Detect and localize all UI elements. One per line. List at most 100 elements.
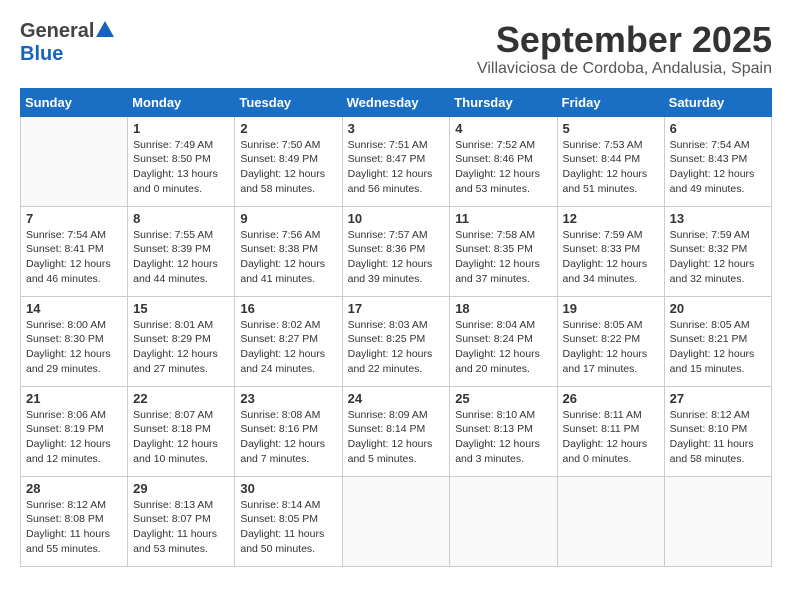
day-info: Sunrise: 8:08 AM Sunset: 8:16 PM Dayligh… bbox=[240, 408, 336, 467]
title-block: September 2025 Villaviciosa de Cordoba, … bbox=[477, 20, 772, 78]
day-info: Sunrise: 8:12 AM Sunset: 8:10 PM Dayligh… bbox=[670, 408, 766, 467]
calendar-cell: 13 Sunrise: 7:59 AM Sunset: 8:32 PM Dayli… bbox=[664, 206, 771, 296]
day-info: Sunrise: 8:14 AM Sunset: 8:05 PM Dayligh… bbox=[240, 498, 336, 557]
day-number: 24 bbox=[348, 391, 445, 406]
calendar-cell: 9 Sunrise: 7:56 AM Sunset: 8:38 PM Daylig… bbox=[235, 206, 342, 296]
calendar-week-2: 7Sunrise: 7:54 AM Sunset: 8:41 PM Daylig… bbox=[21, 206, 772, 296]
day-number: 16 bbox=[240, 301, 336, 316]
day-number: 14 bbox=[26, 301, 122, 316]
calendar-cell: 28Sunrise: 8:12 AM Sunset: 8:08 PM Dayli… bbox=[21, 476, 128, 566]
day-number: 11 bbox=[455, 211, 551, 226]
calendar-cell: 3Sunrise: 7:51 AM Sunset: 8:47 PM Daylig… bbox=[342, 116, 450, 206]
day-number: 21 bbox=[26, 391, 122, 406]
calendar-cell: 17 Sunrise: 8:03 AM Sunset: 8:25 PM Dayli… bbox=[342, 296, 450, 386]
calendar-cell: 8 Sunrise: 7:55 AM Sunset: 8:39 PM Daylig… bbox=[128, 206, 235, 296]
calendar-table: SundayMondayTuesdayWednesdayThursdayFrid… bbox=[20, 88, 772, 567]
calendar-week-1: 1Sunrise: 7:49 AM Sunset: 8:50 PM Daylig… bbox=[21, 116, 772, 206]
day-info: Sunrise: 8:11 AM Sunset: 8:11 PM Dayligh… bbox=[563, 408, 659, 467]
day-number: 19 bbox=[563, 301, 659, 316]
day-number: 3 bbox=[348, 121, 445, 136]
day-info: Sunrise: 7:49 AM Sunset: 8:50 PM Dayligh… bbox=[133, 138, 229, 197]
day-number: 23 bbox=[240, 391, 336, 406]
day-number: 28 bbox=[26, 481, 122, 496]
calendar-cell: 11 Sunrise: 7:58 AM Sunset: 8:35 PM Dayli… bbox=[450, 206, 557, 296]
calendar-cell: 6 Sunrise: 7:54 AM Sunset: 8:43 PM Daylig… bbox=[664, 116, 771, 206]
day-number: 26 bbox=[563, 391, 659, 406]
day-info: Sunrise: 8:07 AM Sunset: 8:18 PM Dayligh… bbox=[133, 408, 229, 467]
day-number: 4 bbox=[455, 121, 551, 136]
calendar-cell: 25 Sunrise: 8:10 AM Sunset: 8:13 PM Dayli… bbox=[450, 386, 557, 476]
day-info: Sunrise: 8:06 AM Sunset: 8:19 PM Dayligh… bbox=[26, 408, 122, 467]
calendar-cell: 26 Sunrise: 8:11 AM Sunset: 8:11 PM Dayli… bbox=[557, 386, 664, 476]
day-number: 12 bbox=[563, 211, 659, 226]
day-number: 7 bbox=[26, 211, 122, 226]
calendar-cell: 1Sunrise: 7:49 AM Sunset: 8:50 PM Daylig… bbox=[128, 116, 235, 206]
day-number: 30 bbox=[240, 481, 336, 496]
calendar-cell bbox=[557, 476, 664, 566]
day-info: Sunrise: 7:58 AM Sunset: 8:35 PM Dayligh… bbox=[455, 228, 551, 287]
day-number: 13 bbox=[670, 211, 766, 226]
calendar-week-4: 21 Sunrise: 8:06 AM Sunset: 8:19 PM Dayli… bbox=[21, 386, 772, 476]
page-header: General Blue September 2025 Villaviciosa… bbox=[20, 20, 772, 78]
logo-blue: Blue bbox=[20, 43, 63, 65]
day-info: Sunrise: 8:05 AM Sunset: 8:22 PM Dayligh… bbox=[563, 318, 659, 377]
day-info: Sunrise: 7:59 AM Sunset: 8:33 PM Dayligh… bbox=[563, 228, 659, 287]
day-number: 29 bbox=[133, 481, 229, 496]
day-info: Sunrise: 8:04 AM Sunset: 8:24 PM Dayligh… bbox=[455, 318, 551, 377]
calendar-cell: 29Sunrise: 8:13 AM Sunset: 8:07 PM Dayli… bbox=[128, 476, 235, 566]
weekday-header-saturday: Saturday bbox=[664, 88, 771, 116]
weekday-header-row: SundayMondayTuesdayWednesdayThursdayFrid… bbox=[21, 88, 772, 116]
day-number: 17 bbox=[348, 301, 445, 316]
calendar-cell bbox=[21, 116, 128, 206]
calendar-week-3: 14 Sunrise: 8:00 AM Sunset: 8:30 PM Dayli… bbox=[21, 296, 772, 386]
weekday-header-friday: Friday bbox=[557, 88, 664, 116]
day-info: Sunrise: 8:09 AM Sunset: 8:14 PM Dayligh… bbox=[348, 408, 445, 467]
day-number: 9 bbox=[240, 211, 336, 226]
calendar-cell: 14 Sunrise: 8:00 AM Sunset: 8:30 PM Dayli… bbox=[21, 296, 128, 386]
weekday-header-thursday: Thursday bbox=[450, 88, 557, 116]
weekday-header-monday: Monday bbox=[128, 88, 235, 116]
day-number: 22 bbox=[133, 391, 229, 406]
calendar-cell: 16 Sunrise: 8:02 AM Sunset: 8:27 PM Dayli… bbox=[235, 296, 342, 386]
calendar-cell: 23 Sunrise: 8:08 AM Sunset: 8:16 PM Dayli… bbox=[235, 386, 342, 476]
calendar-cell: 2 Sunrise: 7:50 AM Sunset: 8:49 PM Daylig… bbox=[235, 116, 342, 206]
calendar-cell: 5Sunrise: 7:53 AM Sunset: 8:44 PM Daylig… bbox=[557, 116, 664, 206]
calendar-cell bbox=[450, 476, 557, 566]
day-info: Sunrise: 8:10 AM Sunset: 8:13 PM Dayligh… bbox=[455, 408, 551, 467]
day-info: Sunrise: 7:56 AM Sunset: 8:38 PM Dayligh… bbox=[240, 228, 336, 287]
calendar-cell: 18 Sunrise: 8:04 AM Sunset: 8:24 PM Dayli… bbox=[450, 296, 557, 386]
calendar-cell: 27Sunrise: 8:12 AM Sunset: 8:10 PM Dayli… bbox=[664, 386, 771, 476]
day-info: Sunrise: 8:02 AM Sunset: 8:27 PM Dayligh… bbox=[240, 318, 336, 377]
day-number: 2 bbox=[240, 121, 336, 136]
day-info: Sunrise: 7:59 AM Sunset: 8:32 PM Dayligh… bbox=[670, 228, 766, 287]
day-number: 8 bbox=[133, 211, 229, 226]
calendar-cell: 7Sunrise: 7:54 AM Sunset: 8:41 PM Daylig… bbox=[21, 206, 128, 296]
calendar-cell: 19 Sunrise: 8:05 AM Sunset: 8:22 PM Dayli… bbox=[557, 296, 664, 386]
day-number: 25 bbox=[455, 391, 551, 406]
day-number: 10 bbox=[348, 211, 445, 226]
day-number: 18 bbox=[455, 301, 551, 316]
calendar-week-5: 28Sunrise: 8:12 AM Sunset: 8:08 PM Dayli… bbox=[21, 476, 772, 566]
calendar-cell bbox=[664, 476, 771, 566]
logo-general: General bbox=[20, 20, 94, 43]
day-number: 20 bbox=[670, 301, 766, 316]
day-info: Sunrise: 8:00 AM Sunset: 8:30 PM Dayligh… bbox=[26, 318, 122, 377]
day-info: Sunrise: 7:54 AM Sunset: 8:43 PM Dayligh… bbox=[670, 138, 766, 197]
day-info: Sunrise: 8:03 AM Sunset: 8:25 PM Dayligh… bbox=[348, 318, 445, 377]
calendar-cell: 21 Sunrise: 8:06 AM Sunset: 8:19 PM Dayli… bbox=[21, 386, 128, 476]
day-number: 6 bbox=[670, 121, 766, 136]
calendar-cell: 10 Sunrise: 7:57 AM Sunset: 8:36 PM Dayli… bbox=[342, 206, 450, 296]
logo: General Blue bbox=[20, 20, 114, 66]
weekday-header-tuesday: Tuesday bbox=[235, 88, 342, 116]
day-info: Sunrise: 7:57 AM Sunset: 8:36 PM Dayligh… bbox=[348, 228, 445, 287]
weekday-header-wednesday: Wednesday bbox=[342, 88, 450, 116]
calendar-cell: 15Sunrise: 8:01 AM Sunset: 8:29 PM Dayli… bbox=[128, 296, 235, 386]
calendar-cell: 4 Sunrise: 7:52 AM Sunset: 8:46 PM Daylig… bbox=[450, 116, 557, 206]
calendar-cell: 12 Sunrise: 7:59 AM Sunset: 8:33 PM Dayli… bbox=[557, 206, 664, 296]
calendar-cell: 30 Sunrise: 8:14 AM Sunset: 8:05 PM Dayli… bbox=[235, 476, 342, 566]
day-info: Sunrise: 7:52 AM Sunset: 8:46 PM Dayligh… bbox=[455, 138, 551, 197]
day-info: Sunrise: 7:55 AM Sunset: 8:39 PM Dayligh… bbox=[133, 228, 229, 287]
day-info: Sunrise: 7:50 AM Sunset: 8:49 PM Dayligh… bbox=[240, 138, 336, 197]
location-title: Villaviciosa de Cordoba, Andalusia, Spai… bbox=[477, 60, 772, 78]
day-number: 15 bbox=[133, 301, 229, 316]
